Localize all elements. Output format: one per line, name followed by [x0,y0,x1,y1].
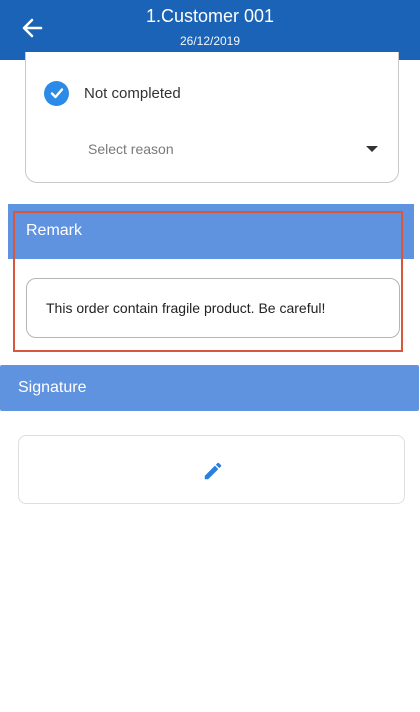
remark-section-header: Remark [8,204,414,259]
reason-dropdown[interactable]: Select reason [88,138,378,160]
remark-title: Remark [26,222,83,239]
app-header: 1.Customer 001 26/12/2019 [0,0,420,60]
pencil-icon [204,462,222,480]
signature-pad[interactable] [18,435,405,504]
signature-section-header: Signature [0,365,419,411]
remark-text: This order contain fragile product. Be c… [46,300,326,316]
status-card: Not completed Select reason [25,52,399,183]
signature-title: Signature [18,379,87,396]
not-completed-checkbox[interactable]: Not completed [44,80,181,106]
checkbox-label: Not completed [84,84,181,102]
page-date: 26/12/2019 [179,34,241,48]
caret-down-icon [366,146,378,152]
remark-field[interactable]: This order contain fragile product. Be c… [26,278,400,338]
page-title: 1.Customer 001 [145,6,275,26]
reason-placeholder: Select reason [88,141,174,157]
check-circle-icon [44,80,69,106]
